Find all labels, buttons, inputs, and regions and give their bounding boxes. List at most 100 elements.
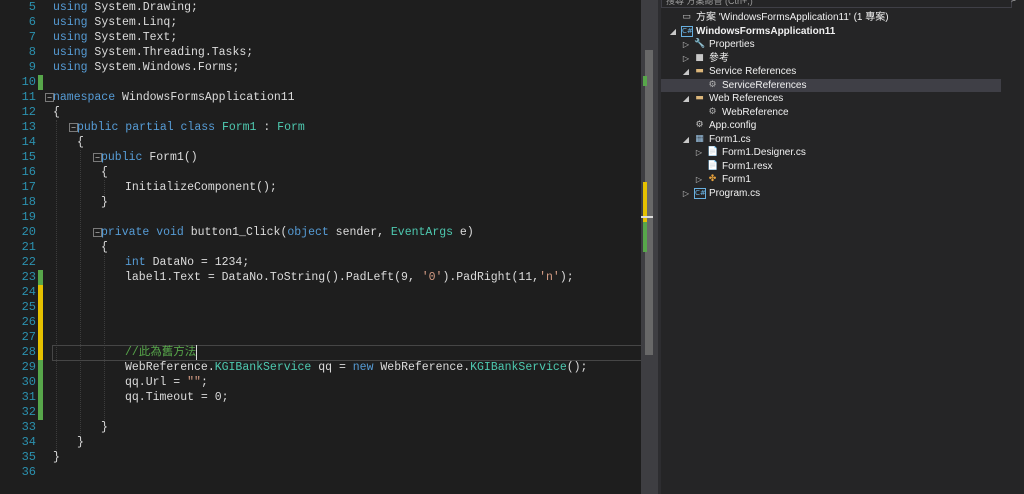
- tree-item[interactable]: ⚙ App.config: [661, 119, 1001, 132]
- code-token: }: [101, 196, 108, 209]
- tree-item[interactable]: ▷ ■ 參考: [661, 52, 1001, 65]
- code-line[interactable]: 5 using System.Drawing;: [0, 0, 641, 15]
- code-token: using: [53, 31, 88, 44]
- code-line[interactable]: 25: [0, 300, 641, 315]
- tree-item[interactable]: ◢ ▦ Form1.cs: [661, 133, 1001, 146]
- code-line[interactable]: 20− private void button1_Click(object sen…: [0, 225, 641, 240]
- code-line[interactable]: 31 qq.Timeout = 0;: [0, 390, 641, 405]
- collapsed-arrow-icon[interactable]: ▷: [682, 187, 690, 200]
- code-line[interactable]: 19: [0, 210, 641, 225]
- tree-item-label: 方案 'WindowsFormsApplication11' (1 專案): [696, 12, 889, 23]
- code-line[interactable]: 35}: [0, 450, 641, 465]
- code-line[interactable]: 27: [0, 330, 641, 345]
- collapsed-arrow-icon[interactable]: ▷: [695, 146, 703, 159]
- tree-item[interactable]: ▷ ✤ Form1: [661, 173, 1001, 186]
- code-line[interactable]: 10: [0, 75, 641, 90]
- code-text: int DataNo = 1234;: [125, 255, 249, 270]
- code-line[interactable]: 23 label1.Text = DataNo.ToString().PadLef…: [0, 270, 641, 285]
- code-token: :: [256, 121, 278, 134]
- expanded-arrow-icon[interactable]: ◢: [682, 65, 690, 78]
- tree-item[interactable]: 📄 Form1.resx: [661, 160, 1001, 173]
- code-line[interactable]: 17 InitializeComponent();: [0, 180, 641, 195]
- code-text: //此為舊方法: [125, 345, 196, 360]
- code-token: Form: [277, 121, 305, 134]
- code-text: {: [101, 165, 108, 180]
- code-token: public: [101, 151, 143, 164]
- code-line[interactable]: 13− public partial class Form1 : Form: [0, 120, 641, 135]
- code-line[interactable]: 32: [0, 405, 641, 420]
- code-text: private void button1_Click(object sender…: [101, 225, 474, 240]
- tree-item[interactable]: ⚙ WebReference: [661, 106, 1001, 119]
- code-line[interactable]: 21 {: [0, 240, 641, 255]
- saved-change-marker: [38, 405, 43, 420]
- collapsed-arrow-icon[interactable]: ▷: [682, 52, 690, 65]
- tree-item[interactable]: ◢ ▬ Web References: [661, 92, 1001, 105]
- code-line[interactable]: 11− namespace WindowsFormsApplication11: [0, 90, 641, 105]
- search-icon[interactable]: ⌕: [1008, 0, 1020, 6]
- code-token: WindowsFormsApplication11: [115, 91, 295, 104]
- expanded-arrow-icon[interactable]: ◢: [682, 133, 690, 146]
- code-line[interactable]: 9 using System.Windows.Forms;: [0, 60, 641, 75]
- code-token: {: [101, 241, 108, 254]
- code-line[interactable]: 22 int DataNo = 1234;: [0, 255, 641, 270]
- unsaved-change-marker: [38, 300, 43, 315]
- line-number: 8: [28, 45, 36, 59]
- code-line[interactable]: 18}: [0, 195, 641, 210]
- line-number: 16: [21, 165, 36, 179]
- code-token: DataNo = 1234;: [145, 256, 250, 269]
- collapsed-arrow-icon[interactable]: ▷: [682, 38, 690, 51]
- line-number: 36: [21, 465, 36, 479]
- code-token: using: [53, 1, 88, 14]
- code-line[interactable]: 6 using System.Linq;: [0, 15, 641, 30]
- code-line[interactable]: 36: [0, 465, 641, 480]
- code-token: Form1: [221, 121, 257, 134]
- code-token: object: [287, 226, 329, 239]
- line-number: 33: [21, 420, 36, 434]
- code-line[interactable]: 33}: [0, 420, 641, 435]
- code-line[interactable]: 7 using System.Text;: [0, 30, 641, 45]
- code-token: using: [53, 16, 88, 29]
- tree-item-label: Properties: [709, 39, 755, 50]
- code-line[interactable]: 14 {: [0, 135, 641, 150]
- code-editor[interactable]: 5 using System.Drawing; 6 using System.Linq…: [0, 0, 641, 494]
- editor-vertical-scrollbar[interactable]: [641, 0, 658, 494]
- code-line[interactable]: 15− public Form1(): [0, 150, 641, 165]
- tree-item[interactable]: ▷ 📄 Form1.Designer.cs: [661, 146, 1001, 159]
- line-number: 19: [21, 210, 36, 224]
- tree-item[interactable]: ◢ C# WindowsFormsApplication11: [661, 25, 1001, 38]
- tree-item[interactable]: ◢ ▬ Service References: [661, 65, 1001, 78]
- code-token: );: [559, 271, 574, 284]
- code-line[interactable]: 12 {: [0, 105, 641, 120]
- code-line[interactable]: 24: [0, 285, 641, 300]
- tree-item-label: ServiceReferences: [722, 79, 807, 91]
- code-line[interactable]: 16 {: [0, 165, 641, 180]
- code-line[interactable]: 26: [0, 315, 641, 330]
- solution-explorer-search-input[interactable]: 搜尋 方案總管 (Ctrl+;): [661, 0, 1012, 8]
- code-line[interactable]: 29 WebReference.KGIBankService qq = new W…: [0, 360, 641, 375]
- form-icon: ▦: [695, 133, 704, 144]
- csharp-file-icon: 📄: [707, 147, 719, 157]
- code-token: button1_Click(: [183, 226, 288, 239]
- scrollbar-caret-mark: [641, 216, 653, 218]
- code-line[interactable]: 28 //此為舊方法: [0, 345, 641, 361]
- tree-item-label: Form1.cs: [709, 133, 751, 145]
- tree-item[interactable]: ▭ 方案 'WindowsFormsApplication11' (1 專案): [661, 11, 1001, 24]
- tree-item[interactable]: ▷ 🔧 Properties: [661, 38, 1001, 51]
- code-line[interactable]: 30 qq.Url = "";: [0, 375, 641, 390]
- code-token: {: [53, 106, 60, 119]
- code-token: Form1(): [142, 151, 198, 164]
- code-text: using System.Windows.Forms;: [53, 60, 239, 75]
- code-token: namespace: [53, 91, 116, 104]
- expanded-arrow-icon[interactable]: ◢: [682, 92, 690, 105]
- expanded-arrow-icon[interactable]: ◢: [669, 25, 677, 38]
- tree-item[interactable]: ⚙ ServiceReferences: [661, 78, 1001, 92]
- scrollbar-change-mark: [643, 76, 647, 86]
- code-token: }: [77, 436, 84, 449]
- code-line[interactable]: 34}: [0, 435, 641, 450]
- code-token: e): [453, 226, 474, 239]
- tree-item[interactable]: ▷ C# Program.cs: [661, 187, 1001, 200]
- code-token: }: [53, 451, 60, 464]
- code-text: label1.Text = DataNo.ToString().PadLeft(…: [125, 270, 574, 285]
- collapsed-arrow-icon[interactable]: ▷: [695, 173, 703, 186]
- code-line[interactable]: 8 using System.Threading.Tasks;: [0, 45, 641, 60]
